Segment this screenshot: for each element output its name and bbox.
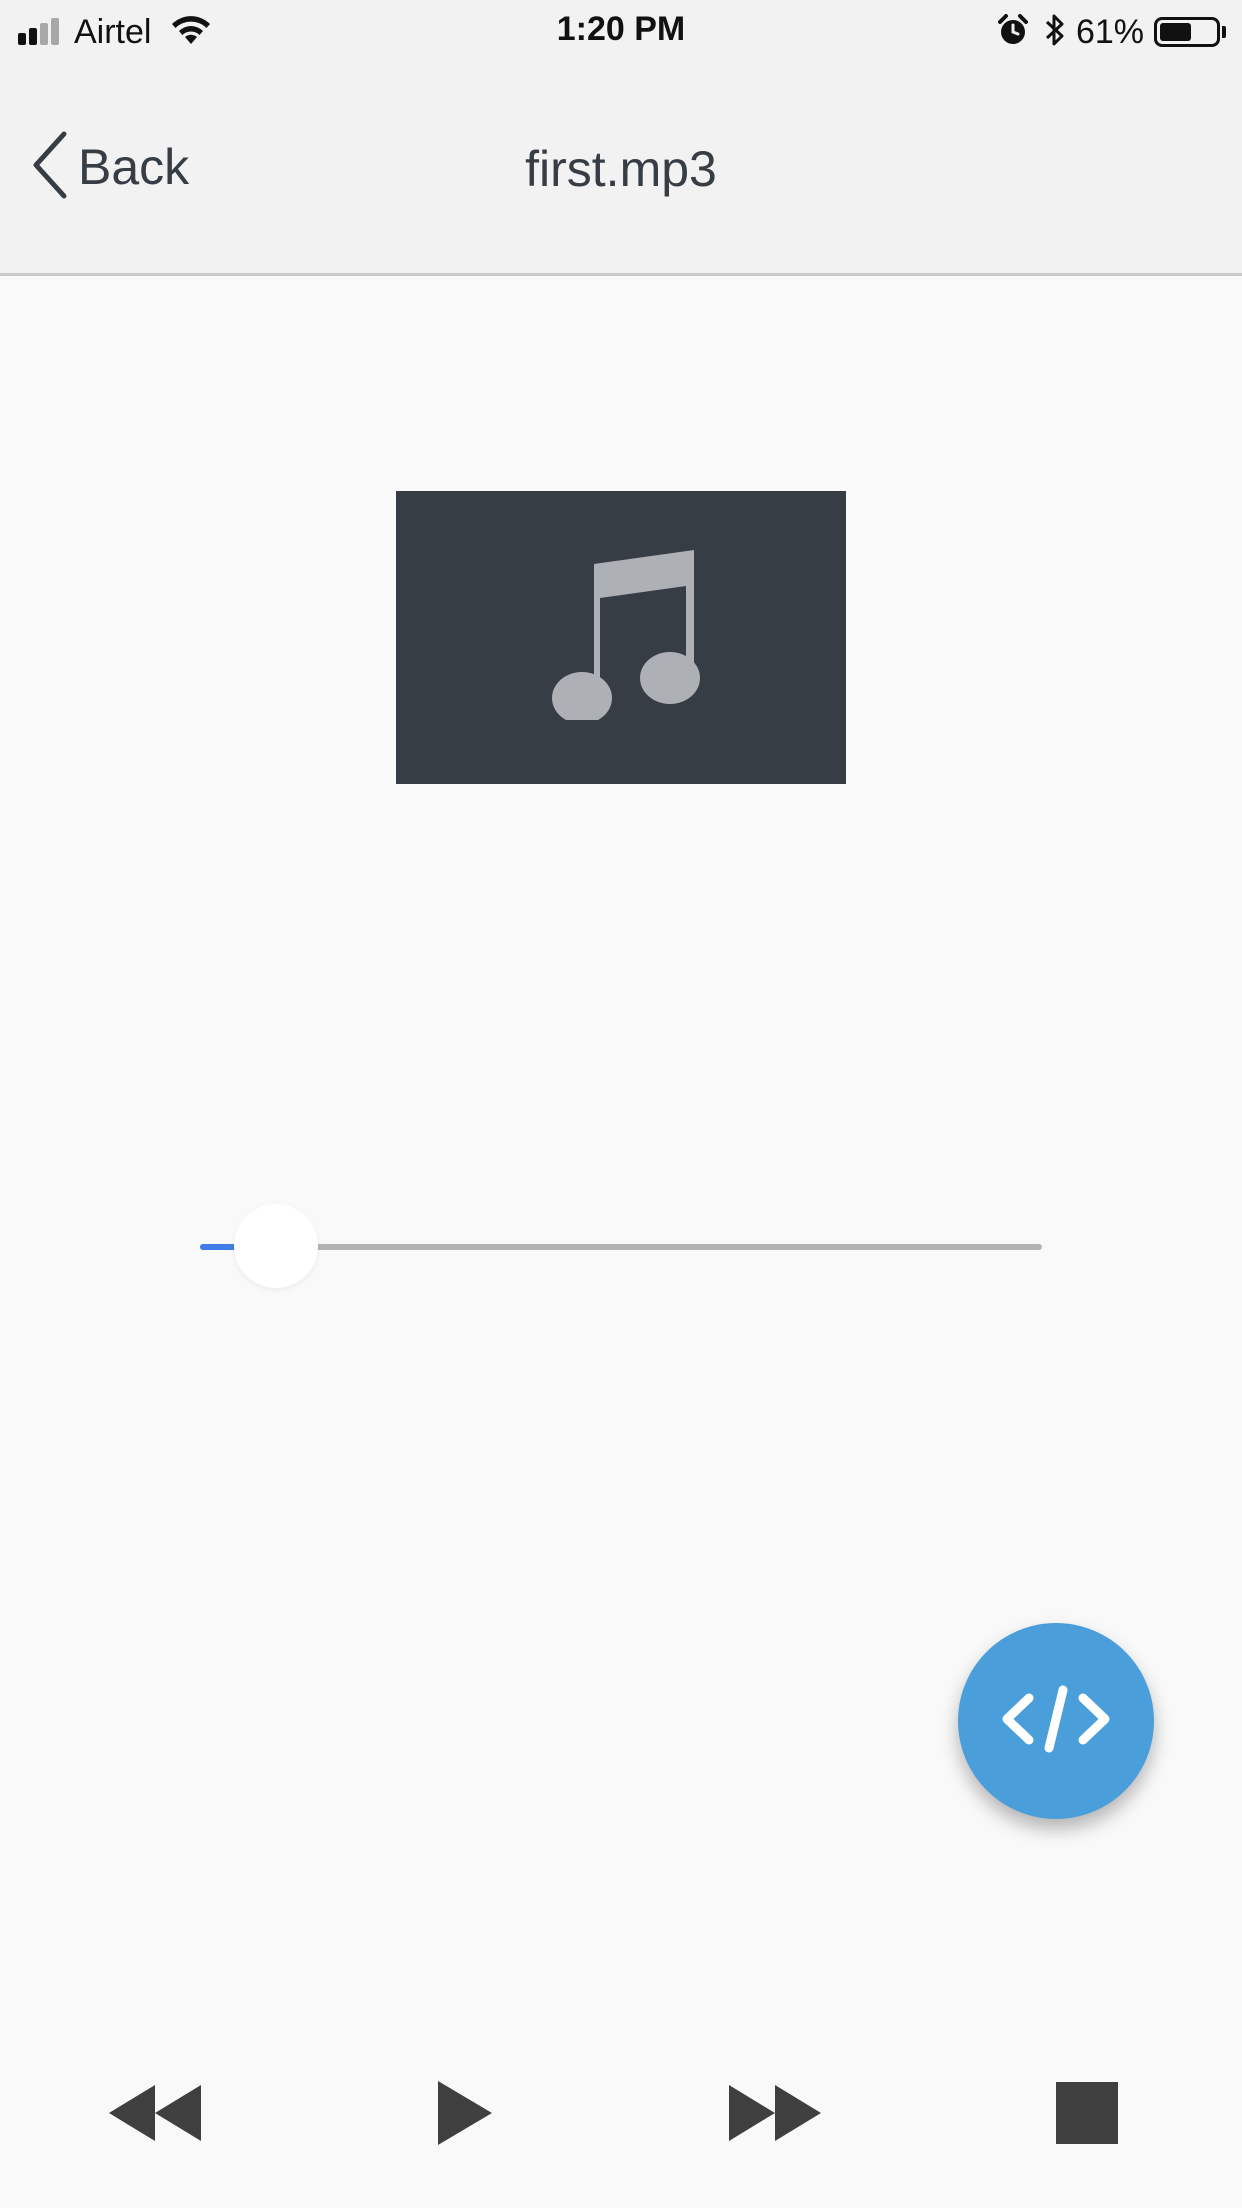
battery-fill [1160,23,1191,41]
status-right: 61% [996,10,1226,54]
code-fab-button[interactable] [958,1623,1154,1819]
play-button[interactable] [400,2060,530,2170]
navigation-bar: Back first.mp3 [0,64,1242,276]
battery-cap [1222,26,1226,38]
rewind-button[interactable] [90,2060,220,2170]
seek-track[interactable] [200,1244,1042,1250]
rewind-icon [109,2084,201,2146]
alarm-icon [996,13,1030,52]
fast-forward-icon [729,2084,821,2146]
bluetooth-icon [1044,12,1066,53]
seek-slider[interactable] [200,1196,1042,1296]
album-artwork [396,491,846,784]
page-title: first.mp3 [525,141,717,197]
stop-button[interactable] [1022,2060,1152,2170]
music-note-icon [536,550,706,725]
battery-percent: 61% [1075,12,1144,51]
status-bar: Airtel 1:20 PM 61% [0,0,1242,64]
fast-forward-button[interactable] [710,2060,840,2170]
playback-controls [0,2060,1242,2170]
code-icon [1001,1684,1111,1759]
battery-icon [1154,17,1220,47]
play-icon [438,2080,492,2150]
seek-thumb[interactable] [233,1204,318,1288]
stop-icon [1056,2081,1118,2149]
